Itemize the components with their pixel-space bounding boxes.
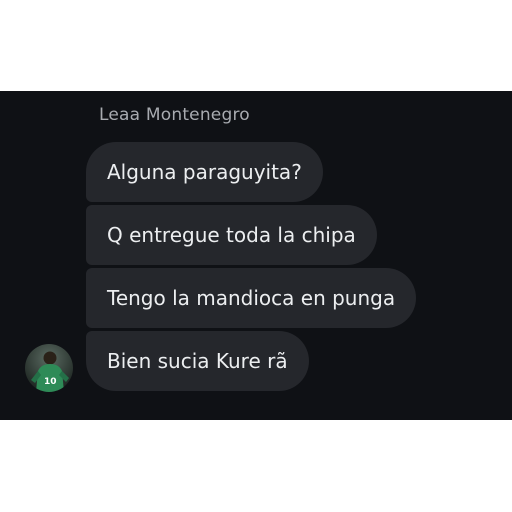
avatar-photo: 10 — [25, 344, 73, 392]
sender-avatar[interactable]: 10 — [25, 344, 73, 392]
sender-name[interactable]: Leaa Montenegro — [99, 105, 250, 125]
message-bubble[interactable]: Q entregue toda la chipa — [86, 205, 377, 265]
chat-panel: Leaa Montenegro Alguna paraguyita? Q ent… — [0, 91, 512, 420]
message-bubble[interactable]: Tengo la mandioca en punga — [86, 268, 417, 328]
jersey-number: 10 — [44, 377, 57, 387]
message-bubble[interactable]: Bien sucia Kure rã — [86, 331, 309, 391]
message-bubble[interactable]: Alguna paraguyita? — [86, 142, 323, 202]
